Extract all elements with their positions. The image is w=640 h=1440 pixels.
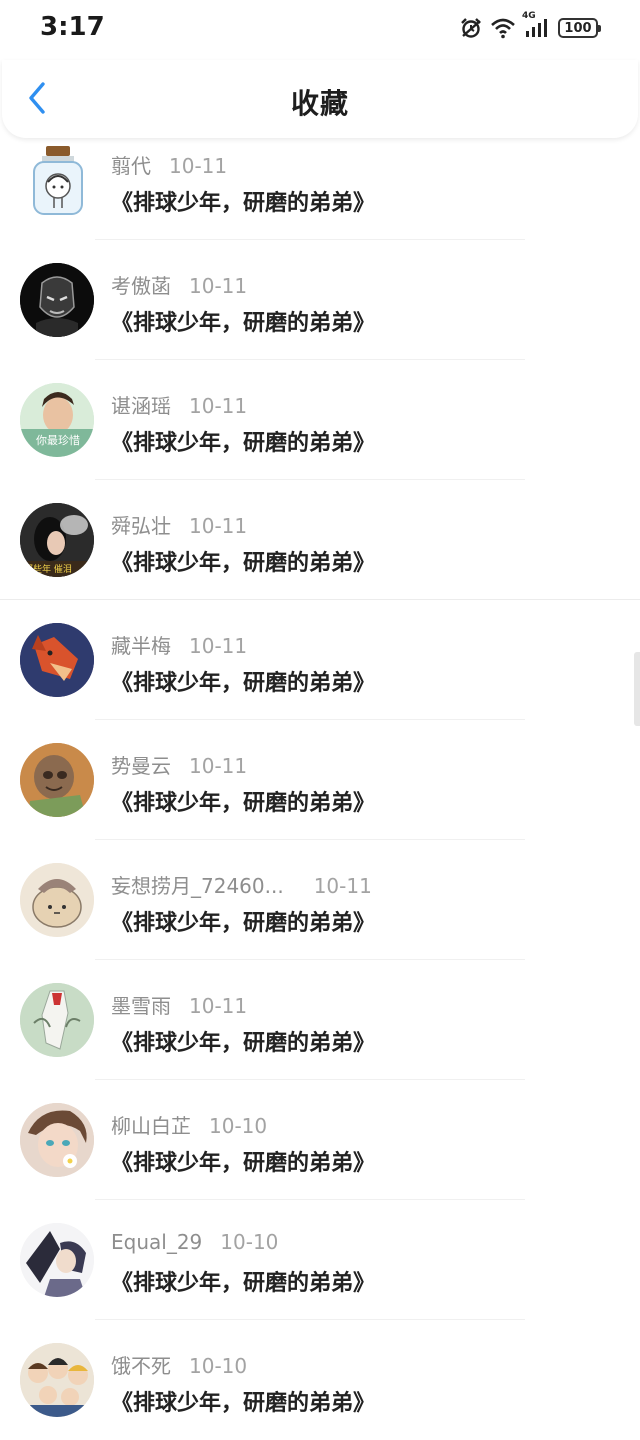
item-date: 10-10 (209, 1114, 268, 1138)
item-meta: 舜弘壮 10-11 (111, 510, 247, 539)
item-meta: Equal_29 10-10 (111, 1230, 278, 1254)
work-title[interactable]: 《排球少年，研磨的弟弟》 (111, 305, 375, 337)
username[interactable]: 柳山白芷 (111, 1110, 191, 1139)
username[interactable]: 妄想捞月_72460... (111, 870, 284, 899)
username[interactable]: 舜弘壮 (111, 510, 171, 539)
work-title[interactable]: 《排球少年，研磨的弟弟》 (111, 665, 375, 697)
avatar[interactable] (20, 1343, 94, 1417)
username[interactable]: 饿不死 (111, 1350, 171, 1379)
username[interactable]: 谌涵瑶 (111, 390, 171, 419)
item-date: 10-11 (189, 394, 248, 418)
nav-header: 收藏 (2, 60, 638, 138)
item-date: 10-11 (189, 634, 248, 658)
list-item[interactable]: 势曼云 10-11 《排球少年，研磨的弟弟》 (0, 720, 640, 840)
item-meta: 藏半梅 10-11 (111, 630, 247, 659)
avatar[interactable] (20, 863, 94, 937)
item-meta: 考傲菡 10-11 (111, 270, 247, 299)
username[interactable]: 墨雪雨 (111, 990, 171, 1019)
svg-text:你最珍惜: 你最珍惜 (36, 433, 80, 447)
username[interactable]: Equal_29 (111, 1230, 202, 1254)
item-date: 10-11 (189, 754, 248, 778)
avatar[interactable] (20, 983, 94, 1057)
item-date: 10-11 (189, 274, 248, 298)
network-type: 4G (522, 11, 536, 21)
list-item[interactable]: 柳山白芷 10-10 《排球少年，研磨的弟弟》 (0, 1080, 640, 1200)
avatar[interactable]: 那些年 催泪 (20, 503, 94, 577)
work-title[interactable]: 《排球少年，研磨的弟弟》 (111, 905, 375, 937)
avatar[interactable]: 你最珍惜 (20, 383, 94, 457)
list-item[interactable]: Equal_29 10-10 《排球少年，研磨的弟弟》 (0, 1200, 640, 1320)
item-date: 10-11 (189, 514, 248, 538)
list-item[interactable]: 考傲菡 10-11 《排球少年，研磨的弟弟》 (0, 240, 640, 360)
avatar[interactable] (20, 1223, 94, 1297)
favorites-list: 翦代 10-11 《排球少年，研磨的弟弟》 考傲菡 10-11 《排球少年，研磨的弟… (0, 140, 640, 1440)
section-line (0, 599, 640, 600)
item-meta: 谌涵瑶 10-11 (111, 390, 247, 419)
username[interactable]: 势曼云 (111, 750, 171, 779)
item-date: 10-11 (189, 994, 248, 1018)
work-title[interactable]: 《排球少年，研磨的弟弟》 (111, 545, 375, 577)
work-title[interactable]: 《排球少年，研磨的弟弟》 (111, 425, 375, 457)
item-date: 10-11 (313, 874, 372, 898)
avatar[interactable] (20, 623, 94, 697)
username[interactable]: 藏半梅 (111, 630, 171, 659)
item-meta: 饿不死 10-10 (111, 1350, 247, 1379)
list-item[interactable]: 妄想捞月_72460... 10-11 《排球少年，研磨的弟弟》 (0, 840, 640, 960)
list-item[interactable]: 翦代 10-11 《排球少年，研磨的弟弟》 (0, 140, 640, 240)
work-title[interactable]: 《排球少年，研磨的弟弟》 (111, 1265, 375, 1297)
item-meta: 墨雪雨 10-11 (111, 990, 247, 1019)
scrollbar[interactable] (634, 652, 640, 726)
item-date: 10-11 (169, 154, 228, 178)
list-item[interactable]: 饿不死 10-10 《排球少年，研磨的弟弟》 (0, 1320, 640, 1440)
status-icons: 4G 100 (460, 11, 601, 42)
avatar[interactable] (20, 263, 94, 337)
work-title[interactable]: 《排球少年，研磨的弟弟》 (111, 1385, 375, 1417)
battery-icon: 100 (558, 18, 601, 38)
item-meta: 妄想捞月_72460... 10-11 (111, 870, 372, 899)
battery-level: 100 (564, 20, 592, 36)
list-item[interactable]: 墨雪雨 10-11 《排球少年，研磨的弟弟》 (0, 960, 640, 1080)
username[interactable]: 翦代 (111, 150, 151, 179)
work-title[interactable]: 《排球少年，研磨的弟弟》 (111, 1145, 375, 1177)
list-item[interactable]: 那些年 催泪 舜弘壮 10-11 《排球少年，研磨的弟弟》 (0, 480, 640, 600)
item-meta: 势曼云 10-11 (111, 750, 247, 779)
work-title[interactable]: 《排球少年，研磨的弟弟》 (111, 1025, 375, 1057)
item-meta: 翦代 10-11 (111, 150, 227, 179)
page-title: 收藏 (290, 87, 349, 120)
avatar[interactable] (20, 1103, 94, 1177)
signal-icon: 4G (522, 11, 550, 39)
list-item[interactable]: 你最珍惜 谌涵瑶 10-11 《排球少年，研磨的弟弟》 (0, 360, 640, 480)
alarm-icon (460, 17, 482, 39)
work-title[interactable]: 《排球少年，研磨的弟弟》 (111, 185, 375, 217)
item-date: 10-10 (189, 1354, 248, 1378)
status-bar: 3:17 4G 100 (0, 0, 640, 60)
item-meta: 柳山白芷 10-10 (111, 1110, 267, 1139)
avatar[interactable] (20, 743, 94, 817)
avatar[interactable] (20, 142, 94, 216)
list-item[interactable]: 藏半梅 10-11 《排球少年，研磨的弟弟》 (0, 600, 640, 720)
work-title[interactable]: 《排球少年，研磨的弟弟》 (111, 785, 375, 817)
status-time: 3:17 (40, 12, 105, 42)
item-date: 10-10 (220, 1230, 279, 1254)
username[interactable]: 考傲菡 (111, 270, 171, 299)
svg-text:那些年 催泪: 那些年 催泪 (24, 563, 72, 575)
wifi-icon (490, 17, 516, 39)
